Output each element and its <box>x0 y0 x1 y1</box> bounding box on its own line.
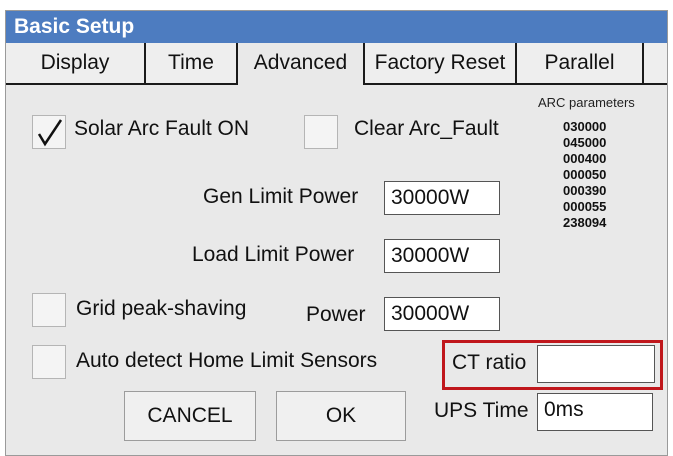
cancel-button[interactable]: CANCEL <box>124 391 256 441</box>
arc-parameter-value: 000055 <box>563 199 607 214</box>
tab-bar: Display Time Advanced Factory Reset Para… <box>6 43 667 85</box>
ok-button[interactable]: OK <box>276 391 406 441</box>
grid-peak-shaving-label: Grid peak-shaving <box>76 297 247 320</box>
gen-limit-power-field[interactable]: 30000W <box>384 181 500 215</box>
arc-parameter-value: 045000 <box>563 135 607 150</box>
solar-arc-fault-label: Solar Arc Fault ON <box>74 117 250 140</box>
ups-time-field[interactable]: 0ms <box>537 393 653 431</box>
load-limit-power-field[interactable]: 30000W <box>384 239 500 273</box>
clear-arc-fault-label: Clear Arc_Fault <box>354 117 499 140</box>
tab-time[interactable]: Time <box>146 43 238 83</box>
window-title: Basic Setup <box>6 11 667 43</box>
tab-advanced[interactable]: Advanced <box>238 43 365 85</box>
arc-parameter-value: 030000 <box>563 119 607 134</box>
grid-peak-power-label: Power <box>306 303 366 326</box>
auto-detect-sensors-label: Auto detect Home Limit Sensors <box>76 349 378 372</box>
tab-parallel[interactable]: Parallel <box>517 43 644 83</box>
ups-time-label: UPS Time <box>434 399 529 422</box>
ct-ratio-field[interactable] <box>537 345 655 383</box>
grid-peak-power-field[interactable]: 30000W <box>384 297 500 331</box>
load-limit-power-label: Load Limit Power <box>192 243 355 266</box>
arc-parameters-list: 030000 045000 000400 000050 000390 00005… <box>563 119 606 231</box>
basic-setup-window: Basic Setup Display Time Advanced Factor… <box>5 10 668 456</box>
arc-parameter-value: 000400 <box>563 151 607 166</box>
solar-arc-fault-checkbox[interactable] <box>32 115 66 149</box>
tab-factory-reset[interactable]: Factory Reset <box>365 43 517 83</box>
check-icon <box>37 119 63 147</box>
arc-parameter-value: 000050 <box>563 167 607 182</box>
arc-parameter-value: 238094 <box>563 215 607 230</box>
advanced-panel: Solar Arc Fault ON Clear Arc_Fault ARC p… <box>6 85 667 455</box>
clear-arc-fault-checkbox[interactable] <box>304 115 338 149</box>
gen-limit-power-label: Gen Limit Power <box>203 185 359 208</box>
tab-display[interactable]: Display <box>6 43 146 83</box>
ct-ratio-label: CT ratio <box>452 351 527 374</box>
arc-parameters-title: ARC parameters <box>538 95 635 110</box>
grid-peak-shaving-checkbox[interactable] <box>32 293 66 327</box>
arc-parameter-value: 000390 <box>563 183 607 198</box>
auto-detect-sensors-checkbox[interactable] <box>32 345 66 379</box>
